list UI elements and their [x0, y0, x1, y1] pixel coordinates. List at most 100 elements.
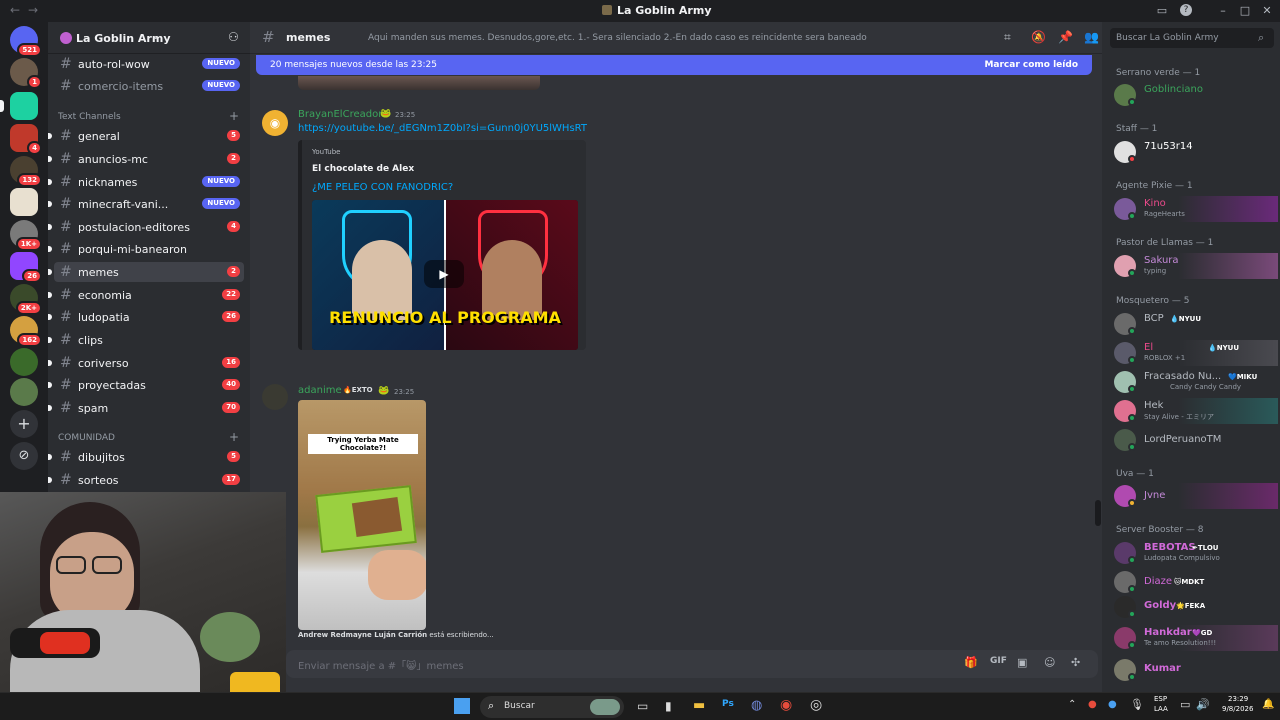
gif-icon[interactable]: GIF [990, 656, 1007, 666]
server-icon[interactable]: 4 [10, 124, 42, 155]
member-bcp[interactable]: BCP 💧NYUU [1112, 311, 1278, 337]
channel-topic[interactable]: Aqui manden sus memes. Desnudos,gore,etc… [368, 33, 867, 43]
photoshop-icon[interactable]: Ps [722, 699, 734, 709]
channel-auto-rol-wow[interactable]: # auto-rol-wow NUEVO [54, 54, 244, 74]
new-messages-bar[interactable]: 20 mensajes nuevos desde las 23:25 Marca… [256, 55, 1092, 75]
channel-nicknames[interactable]: # nicknames NUEVO [48, 172, 244, 192]
server-icon[interactable] [10, 188, 38, 216]
category-comunidad[interactable]: COMUNIDAD [58, 433, 115, 443]
channel-minecraft-vani[interactable]: # minecraft-vani... NUEVO [48, 194, 244, 214]
category-text-channels[interactable]: Text Channels [58, 112, 121, 122]
chevron-up-icon[interactable]: ⌃ [1068, 699, 1076, 710]
channel-sorteos[interactable]: # sorteos 17 [48, 470, 244, 490]
channel-porqui-mi-banearon[interactable]: # porqui-mi-banearon [48, 239, 244, 259]
network-icon[interactable]: ▭ [1180, 698, 1190, 711]
channel-general[interactable]: # general 5 [48, 126, 244, 146]
video-thumbnail[interactable]: ▶ RENUNCIO AL PROGRAMA [312, 200, 578, 350]
sticker-icon[interactable]: ▣ [1017, 656, 1027, 669]
avatar[interactable] [262, 384, 288, 410]
kick-server-icon[interactable] [10, 92, 38, 120]
clock-time[interactable]: 23:29 [1228, 695, 1248, 703]
channel-clips[interactable]: # clips [48, 330, 244, 350]
avatar[interactable]: ◉ [262, 110, 288, 136]
add-channel-icon[interactable]: + [229, 430, 239, 444]
server-icon[interactable]: 2K+ [10, 284, 42, 315]
embed-author[interactable]: El chocolate de Alex [312, 164, 414, 174]
channel-ludopatia[interactable]: # ludopatia 26 [48, 307, 244, 327]
add-member-icon[interactable]: ⚇ [228, 30, 239, 44]
channel-dibujitos[interactable]: # dibujitos 5 [48, 447, 244, 467]
discover-icon[interactable]: ⊘ [10, 442, 38, 470]
inbox-icon[interactable]: ▭ [1155, 4, 1169, 18]
attached-image[interactable]: Trying Yerba Mate Chocolate?! [298, 400, 426, 630]
channel-anuncios-mc[interactable]: # anuncios-mc 2 [48, 149, 244, 169]
maximize-icon[interactable]: □ [1238, 4, 1252, 18]
app-icon[interactable]: ▮ [665, 699, 672, 713]
member-diaze[interactable]: Diaze 🐱MDKT [1112, 569, 1278, 595]
member-jvne[interactable]: Jvne [1112, 483, 1278, 509]
task-view-icon[interactable]: ▭ [637, 699, 648, 713]
server-icon[interactable]: 1 [10, 58, 42, 89]
mark-read-button[interactable]: Marcar como leído [984, 60, 1078, 70]
file-explorer-icon[interactable]: ▬ [693, 698, 705, 713]
member-hek[interactable]: Hek Stay Alive - エミリア [1112, 398, 1278, 424]
message-composer[interactable]: Enviar mensaje a #「😸」memes 🎁 GIF ▣ ☺ ✣ [286, 650, 1098, 678]
member-71u53r14[interactable]: 71u53r14 [1112, 139, 1278, 165]
start-icon[interactable] [454, 698, 470, 714]
embed-title[interactable]: ¿ME PELEO CON FANODRIC? [312, 182, 453, 193]
apps-icon[interactable]: ✣ [1071, 656, 1080, 669]
play-icon[interactable]: ▶ [424, 260, 464, 288]
member-hankdar[interactable]: Hankdar Te amo Resolution!!! 💜GD [1112, 625, 1278, 651]
guild-header[interactable]: La Goblin Army ⌄ ⚇ [48, 22, 250, 54]
server-icon[interactable] [10, 348, 38, 376]
member-el[interactable]: El ROBLOX +1 💧NYUU [1112, 340, 1278, 366]
tray-icon[interactable]: ● [1108, 699, 1117, 710]
channel-coriverso[interactable]: # coriverso 16 [48, 353, 244, 373]
direct-messages-icon[interactable]: 521 [10, 26, 42, 57]
member-fracasado[interactable]: Fracasado Nu... Candy Candy Candy 💙MIKU [1112, 369, 1278, 395]
member-sakura[interactable]: Sakura typing [1112, 253, 1278, 279]
member-kino[interactable]: Kino RageHearts [1112, 196, 1278, 222]
pin-icon[interactable]: 📌 [1058, 30, 1073, 44]
message-author[interactable]: adanime [298, 385, 342, 396]
minimize-icon[interactable]: – [1216, 4, 1230, 18]
chrome-icon[interactable]: ◉ [780, 697, 792, 713]
member-kumar[interactable]: Kumar [1112, 657, 1278, 683]
emoji-icon[interactable]: ☺ [1044, 656, 1055, 669]
add-channel-icon[interactable]: + [229, 109, 239, 123]
tray-icon[interactable]: ● [1088, 699, 1097, 710]
channel-memes[interactable]: # memes 2 [48, 262, 244, 282]
back-forward-arrows[interactable]: ←→ [10, 3, 46, 17]
member-goldy[interactable]: Goldy 🌟FEKA [1112, 594, 1278, 620]
gift-icon[interactable]: 🎁 [964, 656, 978, 669]
notification-icon[interactable]: 🔔 [1262, 699, 1274, 710]
microphone-icon[interactable]: 🎙 [1130, 698, 1144, 711]
channel-postulacion-editores[interactable]: # postulacion-editores 4 [48, 217, 244, 237]
member-goblinciano[interactable]: Goblinciano [1112, 82, 1278, 108]
server-icon[interactable]: 162 [10, 316, 42, 347]
close-icon[interactable]: ✕ [1260, 4, 1274, 18]
help-icon[interactable]: ? [1180, 4, 1192, 16]
member-list-icon[interactable]: 👥 [1084, 30, 1099, 44]
previous-image[interactable] [298, 76, 540, 90]
channel-proyectadas[interactable]: # proyectadas 40 [48, 375, 244, 395]
message-link[interactable]: https://youtube.be/_dEGNm1Z0bI?si=Gunn0j… [298, 123, 587, 134]
discord-icon[interactable]: ◍ [751, 698, 762, 713]
search-input[interactable]: Buscar La Goblin Army ⌕ [1110, 28, 1274, 48]
server-icon[interactable]: 1K+ [10, 220, 42, 251]
add-server-icon[interactable]: + [10, 410, 38, 438]
member-bebotas[interactable]: BEBOTAS Ludopata Compulsivo ✒TLOU [1112, 540, 1278, 566]
scrollbar-thumb[interactable] [1095, 500, 1101, 526]
channel-spam[interactable]: # spam 70 [48, 398, 244, 418]
app-icon[interactable]: ◎ [810, 697, 822, 713]
channel-economia[interactable]: # economia 22 [48, 285, 244, 305]
threads-icon[interactable]: ⌗ [1004, 30, 1011, 45]
mute-icon[interactable]: 🔕 [1031, 30, 1046, 44]
language-label[interactable]: ESP [1154, 695, 1167, 703]
member-lordperuano[interactable]: LordPeruanoTM [1112, 427, 1278, 453]
twitch-server-icon[interactable]: 26 [10, 252, 42, 283]
server-icon[interactable]: 132 [10, 156, 42, 187]
message-author[interactable]: BrayanElCreador [298, 109, 382, 120]
volume-icon[interactable]: 🔊 [1196, 698, 1210, 711]
server-icon[interactable] [10, 378, 38, 406]
